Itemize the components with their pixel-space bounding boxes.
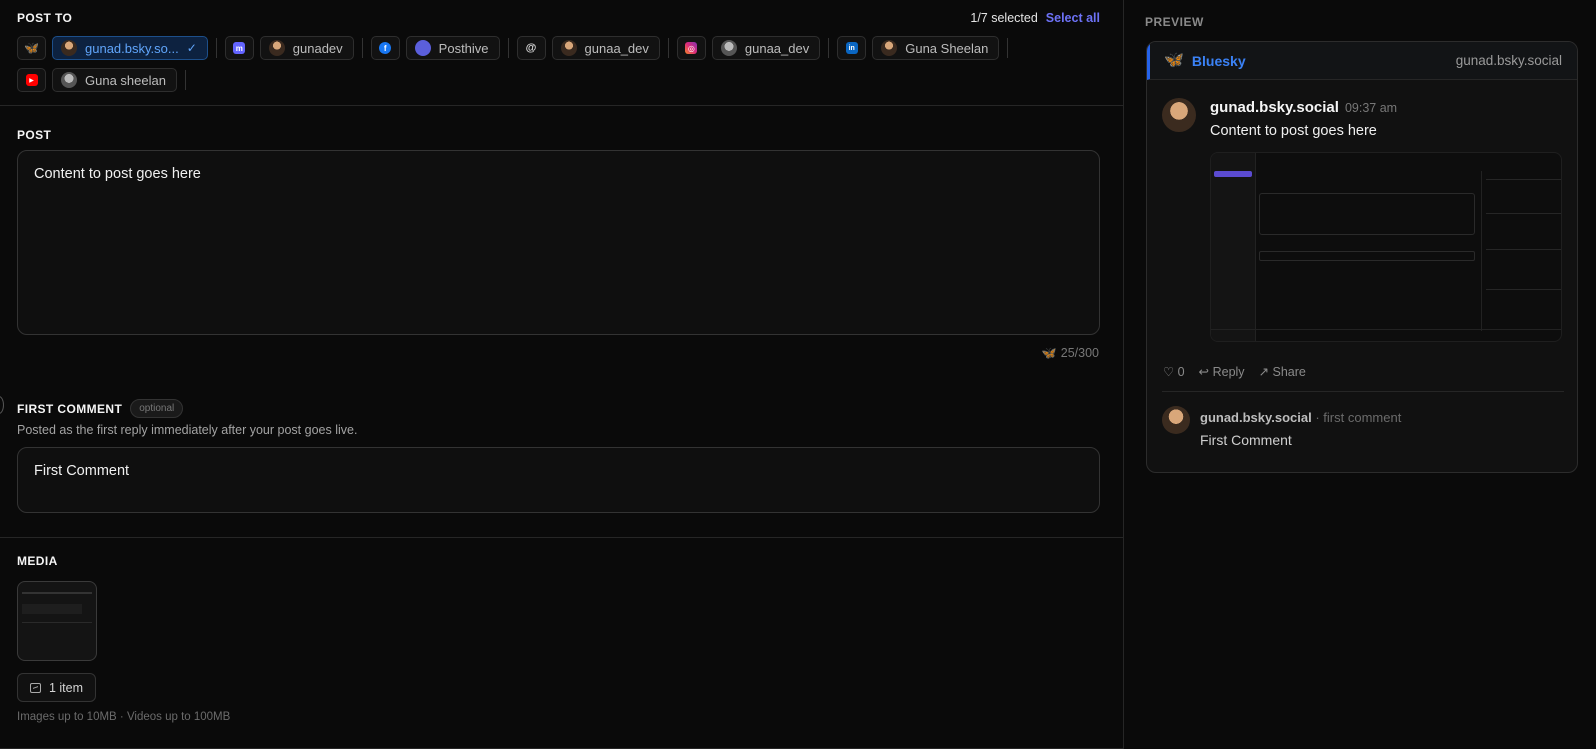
- account-name: gunadev: [292, 40, 343, 56]
- posthive-logo: [414, 40, 431, 56]
- instagram-icon: ◎: [685, 42, 698, 54]
- comment-author: gunad.bsky.social · first comment: [1200, 410, 1401, 425]
- divider: [1007, 38, 1009, 58]
- reply-action: ↩ Reply: [1198, 365, 1245, 379]
- threads-platform-button[interactable]: @: [516, 36, 546, 60]
- like-count: ♡ 0: [1163, 365, 1185, 379]
- avatar: [560, 40, 577, 56]
- optional-badge: optional: [130, 399, 184, 418]
- comment-text: First Comment: [1200, 432, 1292, 448]
- section-divider: [0, 105, 1124, 106]
- youtube-icon: ▶: [25, 74, 38, 86]
- account-name: gunaa_dev: [744, 40, 810, 56]
- media-section-title: MEDIA: [17, 554, 58, 568]
- section-divider: [0, 537, 1124, 538]
- share-action: ↗ Share: [1258, 365, 1306, 379]
- threads-icon: @: [525, 42, 537, 54]
- account-name: Guna sheelan: [85, 72, 166, 88]
- divider: [184, 70, 186, 90]
- account-name: Guna Sheelan: [905, 40, 989, 56]
- avatar: [61, 72, 77, 88]
- media-thumbnail[interactable]: [17, 581, 97, 661]
- preview-card: 🦋 Bluesky gunad.bsky.social gunad.bsky.s…: [1146, 41, 1578, 473]
- preview-panel: PREVIEW 🦋 Bluesky gunad.bsky.social guna…: [1125, 0, 1596, 749]
- divider: [828, 38, 830, 58]
- butterfly-icon: 🦋: [24, 41, 39, 55]
- divider: [215, 38, 217, 58]
- preview-actions: ♡ 0 ↩ Reply ↗ Share: [1163, 364, 1306, 379]
- first-comment-header: FIRST COMMENT optional: [17, 399, 184, 418]
- media-items-button[interactable]: 1 item: [17, 673, 96, 702]
- account-chip-youtube[interactable]: Guna sheelan: [52, 68, 177, 92]
- first-comment-title: FIRST COMMENT: [17, 401, 123, 416]
- comment-note: · first comment: [1311, 410, 1402, 425]
- select-all-link[interactable]: Select all: [1046, 11, 1100, 25]
- drag-handle[interactable]: [0, 396, 4, 414]
- preview-author: gunad.bsky.social 09:37 am: [1210, 99, 1397, 116]
- preview-post-text: Content to post goes here: [1210, 123, 1377, 139]
- butterfly-icon: 🦋: [1164, 51, 1184, 69]
- post-section-title: POST: [17, 128, 52, 142]
- platform-selector: 🦋 gunad.bsky.so... ✓ m gunadev f Posthiv…: [17, 36, 1100, 100]
- avatar: [720, 40, 737, 56]
- selected-count: 1/7 selected: [970, 11, 1038, 25]
- avatar: [61, 40, 77, 56]
- account-chip-mastodon[interactable]: gunadev: [259, 36, 354, 60]
- platform-row-1: 🦋 gunad.bsky.so... ✓ m gunadev f Posthiv…: [17, 36, 1100, 60]
- media-item-count: 1 item: [48, 680, 84, 695]
- mastodon-icon: m: [233, 42, 246, 54]
- account-chip-threads[interactable]: gunaa_dev: [551, 36, 660, 60]
- account-chip-bluesky[interactable]: gunad.bsky.so... ✓: [52, 36, 208, 60]
- first-comment-textarea[interactable]: First Comment: [17, 447, 1100, 513]
- linkedin-icon: in: [845, 42, 858, 54]
- mastodon-platform-button[interactable]: m: [224, 36, 254, 60]
- instagram-platform-button[interactable]: ◎: [676, 36, 706, 60]
- account-name: gunaa_dev: [584, 40, 649, 56]
- facebook-icon: f: [379, 42, 392, 54]
- preview-handle: gunad.bsky.social: [1455, 53, 1562, 68]
- avatar: [268, 40, 285, 56]
- linkedin-platform-button[interactable]: in: [837, 36, 867, 60]
- comment-author-name: gunad.bsky.social: [1200, 410, 1312, 425]
- preview-network-name: Bluesky: [1191, 52, 1246, 69]
- account-chip-linkedin[interactable]: Guna Sheelan: [872, 36, 1000, 60]
- post-to-title: POST TO: [17, 11, 73, 25]
- media-size-note: Images up to 10MB · Videos up to 100MB: [17, 711, 231, 723]
- divider: [507, 38, 509, 58]
- avatar: [881, 40, 898, 56]
- divider: [1162, 391, 1564, 392]
- first-comment-description: Posted as the first reply immediately af…: [17, 423, 358, 437]
- image-icon: [29, 682, 41, 693]
- avatar: [1162, 98, 1196, 132]
- butterfly-icon: 🦋: [1041, 346, 1057, 360]
- divider: [361, 38, 363, 58]
- facebook-platform-button[interactable]: f: [370, 36, 400, 60]
- check-icon: ✓: [186, 41, 197, 55]
- avatar: [1162, 406, 1190, 434]
- preview-title: PREVIEW: [1145, 15, 1204, 29]
- post-to-header: POST TO 1/7 selected Select all: [17, 11, 1100, 25]
- account-name: gunad.bsky.so...: [85, 40, 179, 56]
- post-time: 09:37 am: [1344, 101, 1398, 115]
- account-name: Posthive: [438, 40, 489, 56]
- account-chip-instagram[interactable]: gunaa_dev: [711, 36, 821, 60]
- author-name: gunad.bsky.social: [1210, 99, 1339, 116]
- bluesky-platform-button[interactable]: 🦋: [17, 36, 46, 60]
- char-count-text: 25/300: [1060, 346, 1099, 360]
- platform-row-2: ▶ Guna sheelan: [17, 68, 1100, 92]
- char-counter: 🦋 25/300: [1042, 346, 1099, 360]
- composer-panel: POST TO 1/7 selected Select all 🦋 gunad.…: [0, 0, 1124, 749]
- post-content-textarea[interactable]: Content to post goes here: [17, 150, 1100, 335]
- divider: [667, 38, 669, 58]
- account-chip-facebook[interactable]: Posthive: [405, 36, 500, 60]
- preview-card-header: 🦋 Bluesky gunad.bsky.social: [1147, 42, 1577, 80]
- youtube-platform-button[interactable]: ▶: [17, 68, 46, 92]
- preview-media-image: [1210, 152, 1562, 342]
